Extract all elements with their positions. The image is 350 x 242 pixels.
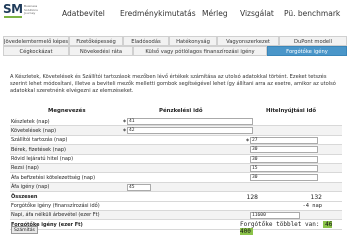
row-label: Rezsi (nap)	[11, 165, 39, 172]
stepper-icon[interactable]: ◆	[123, 118, 126, 123]
logo-bar	[4, 16, 22, 18]
table-row: Szállítói tartozás (nap) ◆ 27	[10, 136, 342, 146]
row-label: Napi, áfa nélküli árbevétel (ezer Ft)	[11, 212, 100, 219]
tab-hatekonysag[interactable]: Hatékonyság	[169, 36, 217, 46]
tab-kulso-finanszirozasi-igeny[interactable]: Külső vagy pótlólagos finanszírozási igé…	[133, 46, 267, 56]
szamitas-button[interactable]: Számítás	[11, 226, 38, 234]
nav-vizsgalat[interactable]: Vizsgálat	[240, 9, 274, 18]
sub-nav: Jövedelemtermelő képesség Fizetőképesség…	[3, 26, 347, 56]
row-label: Követelések (nap)	[11, 127, 57, 134]
row-label: Áfa befizetési kötelezettség (nap)	[11, 174, 96, 181]
tab-vagyonszerkezet[interactable]: Vagyonszerkezet	[217, 36, 279, 46]
szallitoi-input[interactable]: 27	[250, 136, 318, 144]
table-row: Áfa befizetési kötelezettség (nap) 30	[10, 173, 342, 183]
row-label: Rövid lejáratú hitel (nap)	[11, 156, 74, 163]
stepper-icon[interactable]: ◆	[123, 127, 126, 132]
table-row: Forgótőke igény (finanszírozási idő) -4 …	[10, 202, 342, 211]
row-label: Bérek, fizetések (nap)	[11, 146, 66, 153]
tab-jovedelemtermelo[interactable]: Jövedelemtermelő képesség	[3, 36, 69, 46]
logo[interactable]: SM Business Solutions Journey	[3, 2, 43, 24]
table-row: Követelések (nap) ◆ 42	[10, 126, 342, 136]
rezsi-input[interactable]: 15	[250, 164, 318, 172]
nav-pu-benchmark[interactable]: Pü. benchmark	[284, 9, 340, 18]
table-row: Rövid lejáratú hitel (nap) 30	[10, 155, 342, 164]
finanszirozasi-ido-value: -4 nap	[302, 203, 322, 210]
nav-adatbevitel[interactable]: Adatbevitel	[62, 9, 105, 18]
tab-fizetokepesseg[interactable]: Fizetőképesség	[69, 36, 123, 46]
intro-text: A Készletek, Követelések és Szállítói ta…	[10, 74, 336, 95]
logo-mark: SM	[3, 2, 23, 16]
table-row: Készletek (nap) ◆ 41	[10, 117, 342, 127]
row-label: Szállítói tartozás (nap)	[11, 137, 68, 144]
forgotoke-result: Forgótőke többlet van: 46 400	[240, 221, 342, 236]
sum-row: Összesen 128 132	[10, 192, 342, 202]
row-label: Forgótőke igény (finanszírozási idő)	[11, 203, 100, 210]
afa-befizetes-input[interactable]: 30	[250, 174, 318, 182]
table-row: Bérek, fizetések (nap) 30	[10, 145, 342, 155]
col-header-hitelnyujtasi: Hitelnyújtási idő	[266, 108, 317, 114]
tab-forgotoke-igeny[interactable]: Forgótőke igény	[267, 46, 347, 56]
result-prefix: Forgótőke többlet van:	[240, 221, 320, 229]
table-row: Forgótőke igény (ezer Ft) Forgótőke több…	[10, 220, 342, 236]
col-header-penzkelesi: Pénzkelési idő	[159, 108, 203, 114]
kovetelesek-input[interactable]: 42	[127, 127, 253, 135]
workcapital-table: Megnevezés Pénzkelési idő Hitelnyújtási …	[10, 107, 342, 236]
afa-igeny-input[interactable]: 45	[127, 183, 151, 191]
sum-value-2: 132	[310, 193, 322, 201]
stepper-icon[interactable]: ◆	[246, 137, 249, 142]
table-header: Megnevezés Pénzkelési idő Hitelnyújtási …	[10, 107, 342, 117]
row-label: Áfa igény (nap)	[11, 184, 50, 191]
berek-input[interactable]: 30	[250, 146, 318, 154]
logo-sub: Business Solutions Journey	[24, 4, 38, 15]
keszletek-input[interactable]: 41	[127, 118, 253, 125]
sum-value-1: 128	[246, 193, 258, 201]
row-label: Készletek (nap)	[11, 118, 50, 125]
table-row: Áfa igény (nap) 45	[10, 182, 342, 193]
nav-merleg[interactable]: Mérleg	[202, 9, 228, 18]
header: SM Business Solutions Journey Adatbevite…	[0, 0, 350, 26]
tab-dupont-modell[interactable]: DuPont modell	[279, 36, 347, 46]
table-row: Rezsi (nap) 15	[10, 163, 342, 174]
sum-label: Összesen	[11, 193, 38, 200]
tab-novekedesi-rata[interactable]: Növekedési ráta	[69, 46, 133, 56]
tab-eladosodas[interactable]: Eladósodás	[123, 36, 169, 46]
col-header-name: Megnevezés	[48, 108, 86, 114]
napi-arbevetel-input[interactable]: 11600	[250, 211, 300, 219]
table-row: Napi, áfa nélküli árbevétel (ezer Ft) 11…	[10, 210, 342, 221]
tab-cegkockazat[interactable]: Cégkockázat	[3, 46, 69, 56]
nav-eredmenykimutatas[interactable]: Eredménykimutatás	[120, 9, 196, 18]
rovid-hitel-input[interactable]: 30	[250, 155, 318, 163]
